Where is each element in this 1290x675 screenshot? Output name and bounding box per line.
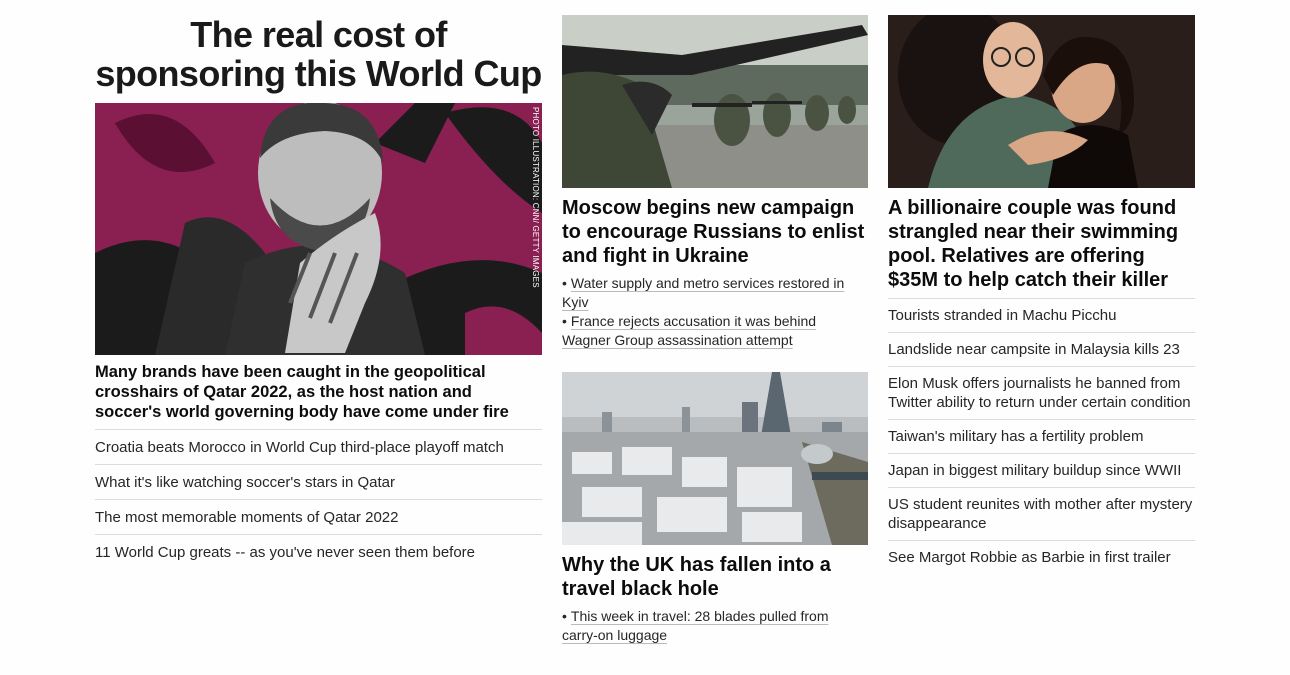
related-link[interactable]: Japan in biggest military buildup since … [888, 462, 1181, 479]
related-link[interactable]: What it's like watching soccer's stars i… [95, 474, 395, 491]
related-link[interactable]: 11 World Cup greats -- as you've never s… [95, 544, 475, 561]
couple-photo [888, 15, 1195, 188]
soldiers-photo [562, 15, 868, 188]
list-item[interactable]: See Margot Robbie as Barbie in first tra… [888, 541, 1195, 574]
hero-image[interactable]: PHOTO ILLUSTRATION: CNN/ GETTY IMAGES [95, 103, 542, 355]
bullet-item[interactable]: • Water supply and metro services restore… [562, 274, 868, 312]
hero-related-list: Croatia beats Morocco in World Cup third… [95, 430, 542, 569]
list-item[interactable]: Taiwan's military has a fertility proble… [888, 420, 1195, 454]
story-headline[interactable]: A billionaire couple was found strangled… [888, 196, 1195, 299]
london-snow-photo [562, 372, 868, 545]
hero-headline-link[interactable]: The real cost of sponsoring this World C… [95, 14, 542, 94]
bullet-marker: • [562, 608, 567, 624]
story-headline[interactable]: Moscow begins new campaign to encourage … [562, 196, 868, 268]
hero-headline[interactable]: The real cost of sponsoring this World C… [95, 15, 542, 93]
list-item[interactable]: Croatia beats Morocco in World Cup third… [95, 430, 542, 465]
related-link[interactable]: The most memorable moments of Qatar 2022 [95, 509, 398, 526]
right-related-list: Tourists stranded in Machu Picchu Landsl… [888, 299, 1195, 574]
story-image[interactable] [562, 372, 868, 545]
hero-photo-illustration [95, 103, 542, 355]
related-link[interactable]: US student reunites with mother after my… [888, 496, 1192, 532]
list-item[interactable]: US student reunites with mother after my… [888, 488, 1195, 541]
related-link[interactable]: Taiwan's military has a fertility proble… [888, 428, 1143, 445]
story-bullets: • This week in travel: 28 blades pulled f… [562, 607, 868, 645]
story-image[interactable] [888, 15, 1195, 188]
related-link[interactable]: Landslide near campsite in Malaysia kill… [888, 341, 1180, 358]
related-link[interactable]: Croatia beats Morocco in World Cup third… [95, 439, 504, 456]
list-item[interactable]: What it's like watching soccer's stars i… [95, 465, 542, 500]
bullet-link[interactable]: Water supply and metro services restored… [562, 275, 844, 310]
list-item[interactable]: Landslide near campsite in Malaysia kill… [888, 333, 1195, 367]
bullet-link[interactable]: France rejects accusation it was behind … [562, 313, 816, 348]
middle-column: Moscow begins new campaign to encourage … [562, 15, 868, 667]
list-item[interactable]: 11 World Cup greats -- as you've never s… [95, 535, 542, 569]
story-image[interactable] [562, 15, 868, 188]
hero-caption[interactable]: Many brands have been caught in the geop… [95, 362, 542, 430]
story-headline[interactable]: Why the UK has fallen into a travel blac… [562, 553, 868, 601]
bullet-item[interactable]: • France rejects accusation it was behind… [562, 312, 868, 350]
related-link[interactable]: Tourists stranded in Machu Picchu [888, 307, 1116, 324]
bullet-marker: • [562, 275, 567, 291]
related-link[interactable]: See Margot Robbie as Barbie in first tra… [888, 549, 1171, 566]
list-item[interactable]: Tourists stranded in Machu Picchu [888, 299, 1195, 333]
bullet-marker: • [562, 313, 567, 329]
bullet-link[interactable]: This week in travel: 28 blades pulled fr… [562, 608, 828, 643]
story-card: Why the UK has fallen into a travel blac… [562, 372, 868, 645]
hero-column: The real cost of sponsoring this World C… [95, 15, 542, 569]
list-item[interactable]: The most memorable moments of Qatar 2022 [95, 500, 542, 535]
story-bullets: • Water supply and metro services restore… [562, 274, 868, 350]
list-item[interactable]: Japan in biggest military buildup since … [888, 454, 1195, 488]
right-column: A billionaire couple was found strangled… [888, 15, 1195, 574]
related-link[interactable]: Elon Musk offers journalists he banned f… [888, 375, 1191, 411]
bullet-item[interactable]: • This week in travel: 28 blades pulled f… [562, 607, 868, 645]
image-credit: PHOTO ILLUSTRATION: CNN/ GETTY IMAGES [531, 107, 540, 288]
list-item[interactable]: Elon Musk offers journalists he banned f… [888, 367, 1195, 420]
story-card: Moscow begins new campaign to encourage … [562, 15, 868, 350]
